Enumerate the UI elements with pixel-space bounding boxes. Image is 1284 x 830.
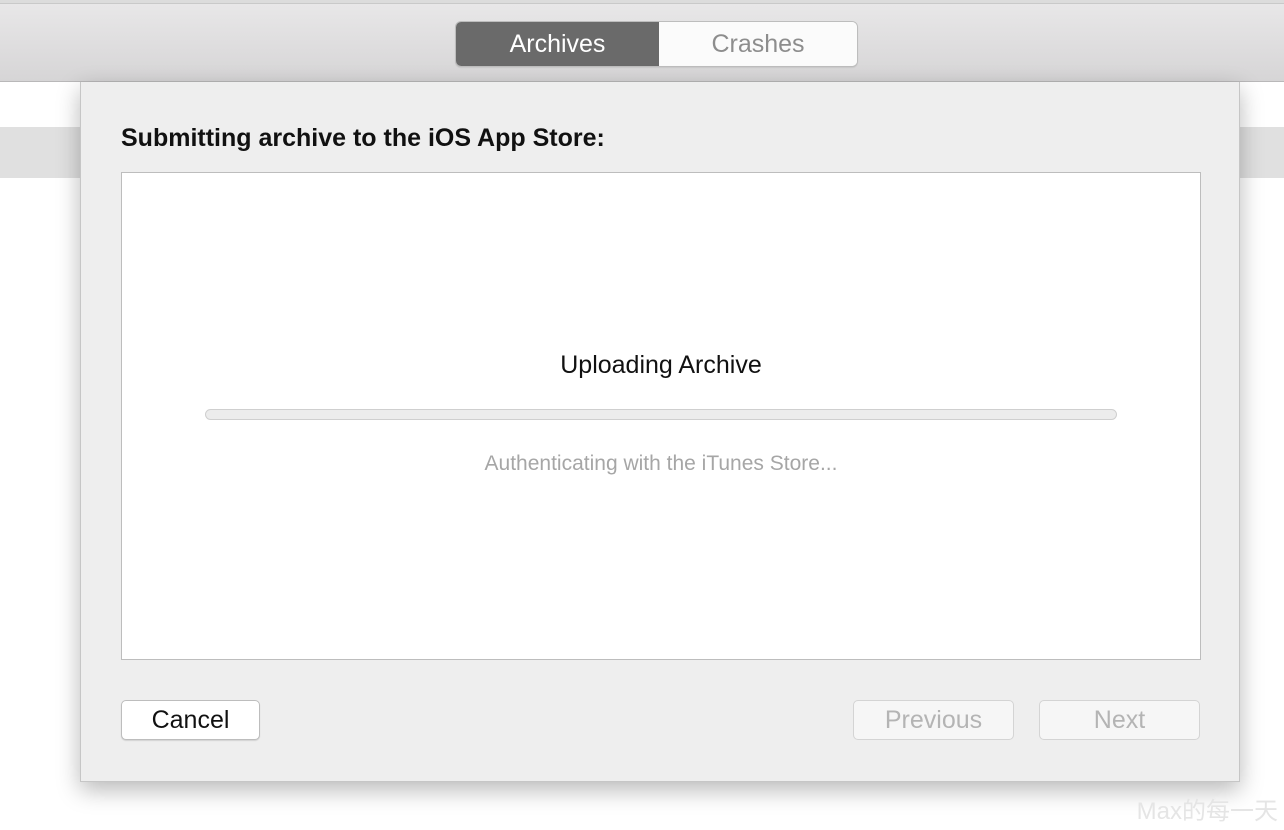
sheet-title: Submitting archive to the iOS App Store: <box>121 124 605 152</box>
submit-archive-sheet: Submitting archive to the iOS App Store:… <box>80 82 1240 782</box>
watermark: Max的每一天 <box>1136 798 1278 825</box>
tab-archives[interactable]: Archives <box>456 22 659 66</box>
window-toolbar: Archives Crashes <box>0 0 1284 82</box>
upload-status-panel: Uploading Archive Authenticating with th… <box>121 172 1201 660</box>
upload-progress-bar <box>205 409 1117 420</box>
upload-status-title: Uploading Archive <box>560 351 762 379</box>
previous-button[interactable]: Previous <box>853 700 1014 740</box>
tab-crashes[interactable]: Crashes <box>659 22 857 66</box>
toolbar-top-edge <box>0 0 1284 4</box>
cancel-button[interactable]: Cancel <box>121 700 260 740</box>
upload-status-detail: Authenticating with the iTunes Store... <box>484 452 838 475</box>
next-button[interactable]: Next <box>1039 700 1200 740</box>
organizer-tab-control: Archives Crashes <box>455 21 858 67</box>
